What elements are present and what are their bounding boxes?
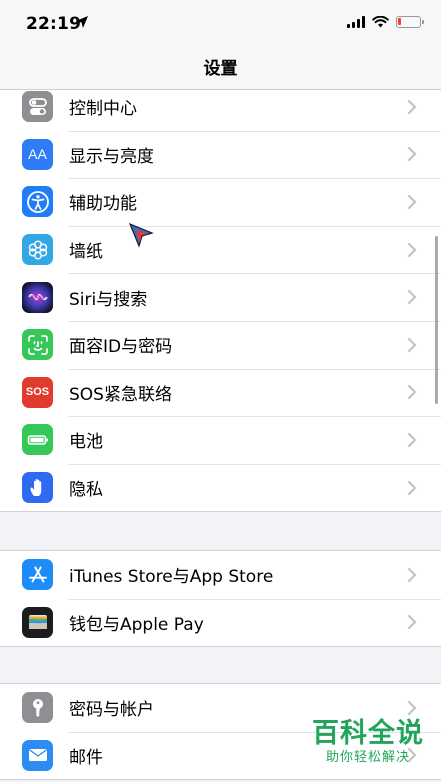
chevron-right-icon [407,385,417,400]
wallpaper-icon [22,234,53,266]
app-store-icon [22,559,53,591]
chevron-right-icon [407,99,417,114]
settings-row-label: 控制中心 [69,99,137,120]
mail-icon [22,739,53,771]
key-icon [22,692,53,724]
settings-row-label: 隐私 [69,480,103,501]
watermark-title: 百科全说 [312,718,424,749]
battery-icon [22,424,53,456]
display-brightness-icon: AA [22,138,53,170]
pointer-cursor-icon [128,222,154,248]
cellular-signal-icon [347,16,365,28]
chevron-right-icon [407,290,417,305]
settings-row-label: iTunes Store与App Store [69,567,274,588]
privacy-hand-icon [22,472,53,504]
accessibility-icon [22,186,53,218]
wifi-icon [372,16,389,28]
status-indicators [347,16,424,28]
settings-row-siri-search[interactable]: Siri与搜索 [0,273,441,321]
settings-row-label: SOS紧急联络 [69,384,172,405]
status-time: 22:19 [26,14,82,34]
settings-row-label: Siri与搜索 [69,289,148,310]
chevron-right-icon [407,480,417,495]
sos-icon: SOS [22,376,53,408]
chevron-right-icon [407,700,417,715]
chevron-right-icon [407,337,417,352]
settings-row-label: 墙纸 [69,242,103,263]
settings-row-display-brightness[interactable]: AA 显示与亮度 [0,130,441,179]
sos-glyph: SOS [25,386,50,399]
settings-row-face-id[interactable]: 面容ID与密码 [0,320,441,369]
settings-row-label: 显示与亮度 [69,146,154,167]
control-center-icon [22,91,53,123]
settings-row-label: 钱包与Apple Pay [69,614,204,635]
page-title: 设置 [203,59,238,79]
settings-row-sos[interactable]: SOS SOS紧急联络 [0,368,441,417]
settings-row-wallet[interactable]: 钱包与Apple Pay [0,598,441,647]
chevron-right-icon [407,147,417,162]
navigation-bar: 设置 [0,48,441,90]
settings-row-accessibility[interactable]: 辅助功能 [0,178,441,226]
chevron-right-icon [407,615,417,630]
settings-row-control-center[interactable]: 控制中心 [0,90,441,131]
location-arrow-icon [76,16,88,28]
siri-icon [22,281,53,313]
scroll-indicator[interactable] [435,236,438,404]
watermark-subtitle: 助你轻松解决 [325,750,410,765]
status-bar: 22:19 [0,0,441,48]
battery-low-icon [396,16,424,28]
chevron-right-icon [407,432,417,448]
settings-row-label: 电池 [69,432,103,453]
settings-row-label: 辅助功能 [69,194,137,215]
settings-row-app-store[interactable]: iTunes Store与App Store [0,551,441,599]
chevron-right-icon [407,194,417,210]
settings-row-label: 邮件 [69,747,103,768]
settings-row-wallpaper[interactable]: 墙纸 [0,225,441,274]
settings-row-battery[interactable]: 电池 [0,416,441,464]
settings-group-general: 控制中心 AA 显示与亮度 辅助功能 墙纸 Siri与搜索 面容ID与密码 SO… [0,90,441,513]
chevron-right-icon [407,242,417,257]
display-brightness-glyph: AA [28,146,47,163]
settings-group-store: iTunes Store与App Store 钱包与Apple Pay [0,550,441,648]
settings-list[interactable]: 控制中心 AA 显示与亮度 辅助功能 墙纸 Siri与搜索 面容ID与密码 SO… [0,90,441,782]
chevron-right-icon [407,567,417,582]
settings-row-label: 密码与帐户 [69,700,154,721]
settings-row-privacy[interactable]: 隐私 [0,463,441,512]
wallet-icon [22,606,53,638]
face-id-icon [22,329,53,361]
settings-row-label: 面容ID与密码 [69,337,173,358]
battery-fill [398,18,401,25]
watermark-logo: 百科全说 助你轻松解决 [309,718,427,766]
